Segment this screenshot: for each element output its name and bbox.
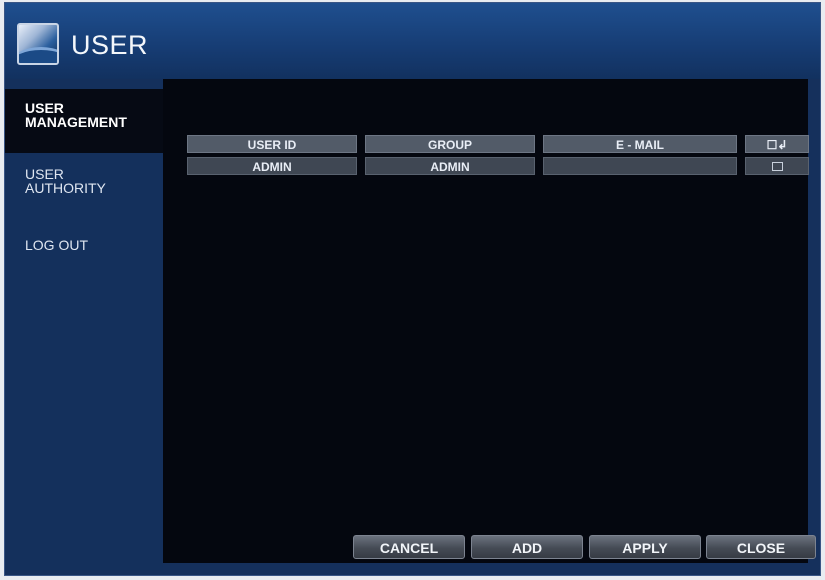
sidebar-item-label-line2: MANAGEMENT	[25, 114, 127, 130]
table-cell-user-id[interactable]: ADMIN	[187, 157, 357, 175]
table-cell-group[interactable]: ADMIN	[365, 157, 535, 175]
add-button[interactable]: ADD	[471, 535, 583, 559]
sidebar-item-label: LOG OUT	[25, 237, 89, 253]
column-header-group: GROUP	[365, 135, 535, 153]
column-header-user-id: USER ID	[187, 135, 357, 153]
sidebar-item-user-authority[interactable]: USER AUTHORITY	[5, 161, 163, 205]
sidebar: USER MANAGEMENT USER AUTHORITY LOG OUT	[5, 79, 163, 571]
apply-button[interactable]: APPLY	[589, 535, 701, 559]
sidebar-item-user-management[interactable]: USER MANAGEMENT	[5, 89, 163, 153]
table-cell-email[interactable]	[543, 157, 737, 175]
window-title: USER	[71, 30, 149, 60]
sidebar-item-log-out[interactable]: LOG OUT	[5, 234, 163, 258]
sidebar-item-label-line1: USER	[25, 100, 64, 116]
user-table-panel: USER ID GROUP E - MAIL ☐↲ ADMIN ADMIN CA…	[163, 79, 816, 563]
user-app-icon	[17, 23, 59, 65]
close-button[interactable]: CLOSE	[706, 535, 816, 559]
table-cell-select[interactable]	[745, 157, 809, 175]
user-window: USER USER MANAGEMENT USER AUTHORITY LOG …	[4, 2, 821, 576]
sidebar-item-label-line1: USER	[25, 166, 64, 182]
select-all-checkbox[interactable]: ☐↲	[745, 135, 809, 153]
checkbox-icon[interactable]	[771, 162, 783, 172]
cancel-button[interactable]: CANCEL	[353, 535, 465, 559]
column-header-email: E - MAIL	[543, 135, 737, 153]
sidebar-item-label-line2: AUTHORITY	[25, 180, 106, 196]
title-bar: USER	[5, 3, 820, 79]
